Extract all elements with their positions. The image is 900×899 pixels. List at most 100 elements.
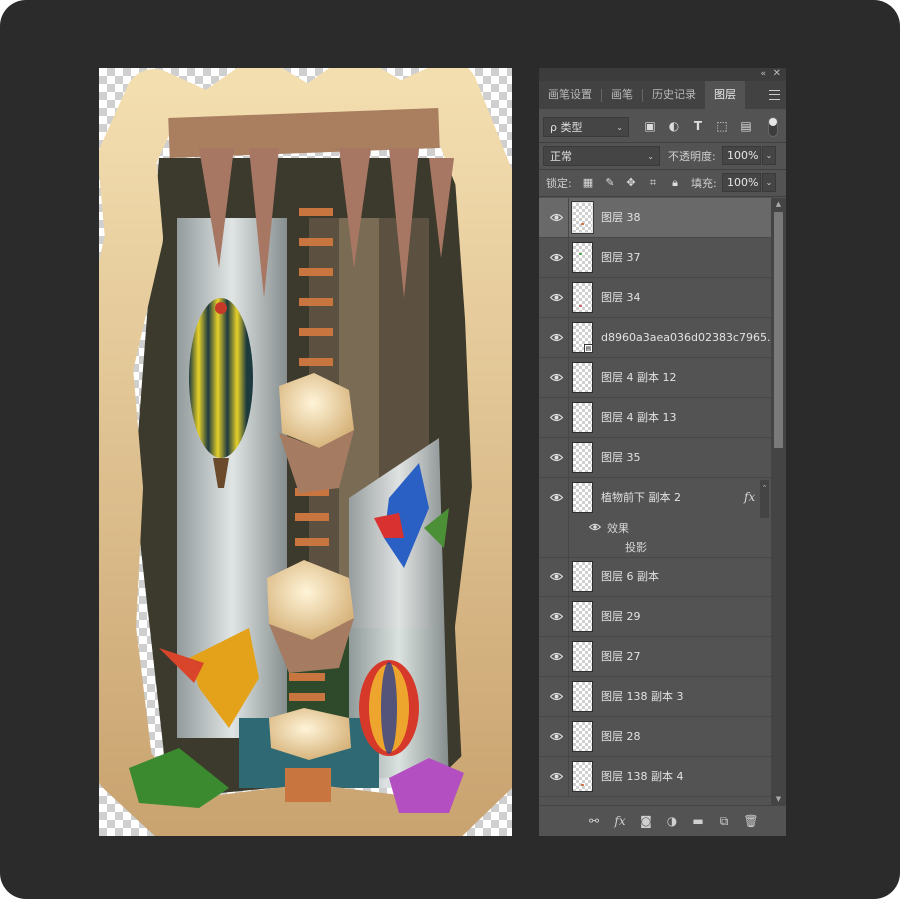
eye-icon[interactable] — [550, 253, 563, 262]
scrollbar-thumb[interactable] — [774, 212, 783, 448]
layers-panel: « ✕ 画笔设置 画笔 历史记录 图层 ρ 类型 ⌄ ▣ ◐ T ⬚ ▤ 正常 … — [539, 68, 786, 836]
new-layer-icon[interactable]: ⧉ — [716, 813, 732, 829]
layer-name: d8960a3aea036d02383c7965... — [601, 331, 771, 344]
lock-transparent-icon[interactable]: ▦ — [581, 176, 595, 190]
eye-icon[interactable] — [550, 692, 563, 701]
opacity-dropdown-icon[interactable]: ⌄ — [762, 146, 776, 165]
layer-row[interactable]: 图层 4 副本 12 — [539, 358, 771, 398]
layer-thumbnail — [572, 761, 593, 792]
eye-icon[interactable] — [550, 373, 563, 382]
collapse-effects-icon[interactable]: ⌃ — [760, 480, 769, 518]
layer-name: 图层 27 — [601, 650, 641, 663]
blend-mode-dropdown[interactable]: 正常 ⌄ — [543, 146, 660, 166]
fill-input[interactable]: 100% — [722, 173, 761, 192]
eye-icon[interactable] — [550, 213, 563, 222]
fill-label: 填充: — [691, 177, 717, 190]
layer-row[interactable]: 图层 28 — [539, 717, 771, 757]
mask-icon[interactable]: ◙ — [638, 813, 654, 829]
layer-thumbnail — [572, 641, 593, 672]
blend-mode-value: 正常 — [550, 150, 572, 163]
layer-thumbnail — [572, 242, 593, 273]
layer-name: 图层 6 副本 — [601, 570, 659, 583]
adjustment-filter-icon[interactable]: ◐ — [667, 119, 681, 133]
layer-row[interactable]: 植物前下 副本 2 fx ⌃ — [539, 478, 771, 518]
shape-filter-icon[interactable]: ⬚ — [715, 119, 729, 133]
eye-icon[interactable] — [550, 413, 563, 422]
panel-menu-icon[interactable] — [769, 90, 780, 100]
layer-thumbnail — [572, 442, 593, 473]
layer-thumbnail — [572, 402, 593, 433]
layer-name: 图层 38 — [601, 211, 641, 224]
adjustment-icon[interactable]: ◑ — [664, 813, 680, 829]
layer-name: 图层 138 副本 3 — [601, 690, 684, 703]
folder-icon[interactable]: ▬ — [690, 813, 706, 829]
chevron-down-icon: ⌄ — [616, 123, 623, 132]
eye-icon[interactable] — [550, 772, 563, 781]
layer-name: 图层 37 — [601, 251, 641, 264]
fx-icon[interactable]: fx — [612, 813, 628, 829]
layer-row[interactable]: 图层 6 副本 — [539, 557, 771, 597]
tab-brushes[interactable]: 画笔 — [602, 81, 642, 109]
layer-row[interactable]: 图层 138 副本 4 — [539, 757, 771, 797]
layer-name: 图层 28 — [601, 730, 641, 743]
link-icon[interactable]: ⚯ — [586, 813, 602, 829]
eye-icon[interactable] — [550, 652, 563, 661]
effects-group: 效果 投影 — [539, 518, 771, 558]
layer-name: 图层 4 副本 12 — [601, 371, 677, 384]
eye-icon[interactable] — [550, 293, 563, 302]
layer-name: 图层 29 — [601, 610, 641, 623]
scroll-up-icon[interactable]: ▲ — [771, 198, 786, 210]
layer-list-scrollbar[interactable]: ▲ ▼ — [771, 198, 786, 805]
fx-icon[interactable]: fx — [744, 490, 755, 504]
app-window: « ✕ 画笔设置 画笔 历史记录 图层 ρ 类型 ⌄ ▣ ◐ T ⬚ ▤ 正常 … — [0, 0, 900, 899]
layer-thumbnail — [572, 721, 593, 752]
layer-row[interactable]: ▤ d8960a3aea036d02383c7965... — [539, 318, 771, 358]
document-canvas[interactable] — [99, 68, 512, 836]
collapse-icon[interactable]: « — [760, 69, 766, 79]
layer-row[interactable]: 图层 27 — [539, 637, 771, 677]
filter-kind-dropdown[interactable]: ρ 类型 ⌄ — [543, 117, 629, 137]
lock-position-icon[interactable]: ✥ — [624, 176, 638, 190]
close-icon[interactable]: ✕ — [773, 68, 781, 79]
eye-icon[interactable] — [589, 523, 601, 531]
eye-icon[interactable] — [550, 333, 563, 342]
chevron-down-icon: ⌄ — [647, 152, 654, 161]
tab-layers[interactable]: 图层 — [705, 81, 745, 109]
scroll-down-icon[interactable]: ▼ — [771, 793, 786, 805]
layer-row[interactable]: 图层 34 — [539, 278, 771, 318]
eye-icon[interactable] — [550, 732, 563, 741]
layer-row[interactable]: 图层 37 — [539, 238, 771, 278]
layer-thumbnail — [572, 362, 593, 393]
layer-row[interactable]: 图层 29 — [539, 597, 771, 637]
tab-brush-settings[interactable]: 画笔设置 — [539, 81, 601, 109]
trash-icon[interactable]: 🗑︎ — [743, 813, 759, 829]
tab-history[interactable]: 历史记录 — [643, 81, 705, 109]
eye-icon[interactable] — [550, 493, 563, 502]
eye-icon[interactable] — [550, 612, 563, 621]
effects-label[interactable]: 效果 — [607, 520, 629, 536]
panel-title-bar: « ✕ — [539, 68, 786, 81]
lock-artboard-icon[interactable]: ⌗ — [646, 176, 660, 190]
lock-all-icon[interactable]: 🔒︎ — [668, 176, 682, 190]
drop-shadow-effect[interactable]: 投影 — [625, 539, 647, 555]
type-filter-icon[interactable]: T — [691, 119, 705, 133]
filter-toggle-icon[interactable] — [768, 117, 778, 137]
smart-object-filter-icon[interactable]: ▤ — [739, 119, 753, 133]
layer-name: 图层 34 — [601, 291, 641, 304]
lock-brush-icon[interactable]: ✎ — [603, 176, 617, 190]
fill-dropdown-icon[interactable]: ⌄ — [762, 173, 776, 192]
layer-row[interactable]: 图层 38 — [539, 198, 771, 238]
filter-kind-label: ρ 类型 — [550, 121, 583, 134]
layer-list: 图层 38 图层 37 图层 34 ▤ d8960a3aea036d02383c… — [539, 198, 771, 805]
layer-row[interactable]: 图层 35 — [539, 438, 771, 478]
layer-thumbnail — [572, 601, 593, 632]
eye-icon[interactable] — [550, 453, 563, 462]
layer-name: 植物前下 副本 2 — [601, 491, 681, 504]
eye-icon[interactable] — [550, 572, 563, 581]
layer-name: 图层 35 — [601, 451, 641, 464]
panel-tabs: 画笔设置 画笔 历史记录 图层 — [539, 81, 786, 109]
opacity-input[interactable]: 100% — [722, 146, 761, 165]
image-filter-icon[interactable]: ▣ — [643, 119, 657, 133]
layer-row[interactable]: 图层 4 副本 13 — [539, 398, 771, 438]
layer-row[interactable]: 图层 138 副本 3 — [539, 677, 771, 717]
